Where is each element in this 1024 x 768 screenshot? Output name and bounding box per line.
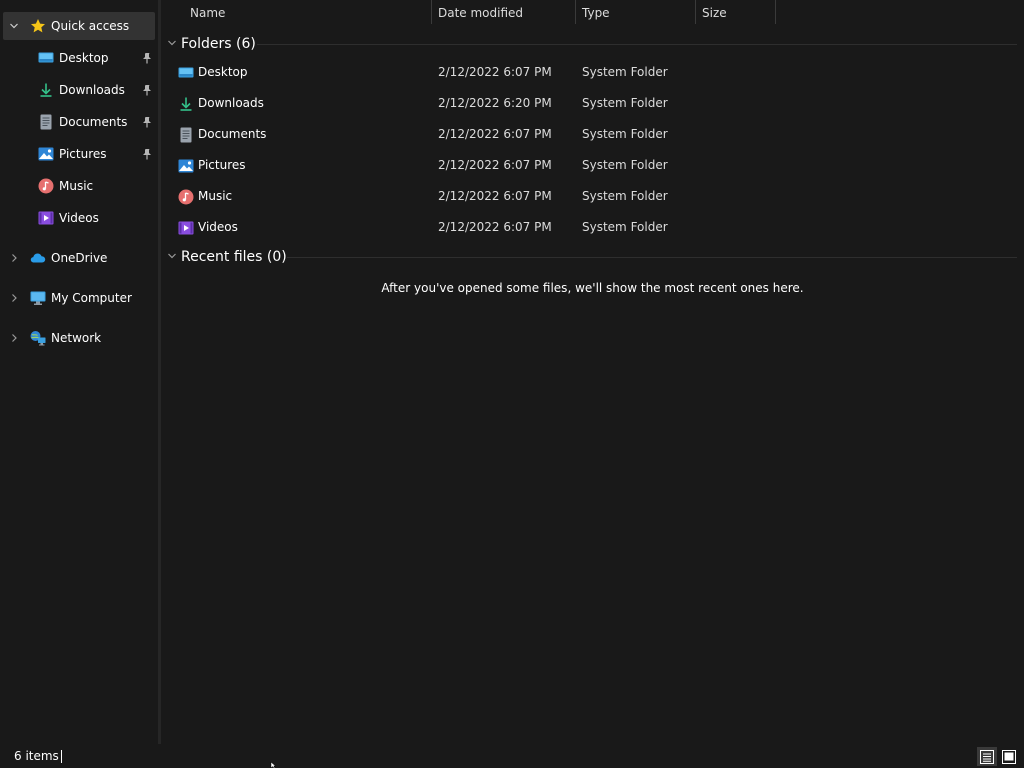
- item-count: 6 items: [14, 749, 59, 763]
- downloads-icon: [38, 82, 54, 98]
- computer-icon: [30, 290, 46, 306]
- nav-item-label: Quick access: [51, 19, 130, 33]
- recent-files-empty-message: After you've opened some files, we'll sh…: [381, 281, 804, 295]
- nav-item-label: My Computer: [51, 291, 132, 305]
- file-type: System Folder: [582, 189, 668, 203]
- nav-item-pictures[interactable]: Pictures: [0, 140, 156, 168]
- desktop-icon: [38, 50, 54, 66]
- pin-icon[interactable]: [141, 116, 153, 128]
- documents-icon: [178, 127, 194, 143]
- group-divider: [287, 256, 1017, 258]
- videos-icon: [38, 210, 54, 226]
- file-date: 2/12/2022 6:07 PM: [438, 189, 552, 203]
- file-date: 2/12/2022 6:07 PM: [438, 158, 552, 172]
- nav-item-onedrive[interactable]: OneDrive: [0, 244, 156, 272]
- chevron-right-icon[interactable]: [9, 293, 19, 303]
- pictures-icon: [178, 158, 194, 174]
- chevron-right-icon[interactable]: [9, 253, 19, 263]
- table-row[interactable]: Music 2/12/2022 6:07 PM System Folder: [161, 181, 1024, 212]
- nav-item-quick-access[interactable]: Quick access: [3, 12, 155, 40]
- column-header-size[interactable]: Size: [702, 0, 727, 26]
- mouse-cursor-icon: [270, 762, 277, 768]
- file-list-pane: Name Date modified Type Size Folders (6)…: [161, 0, 1024, 744]
- chevron-down-icon[interactable]: [167, 250, 177, 264]
- large-icons-view-icon: [1002, 749, 1016, 764]
- details-view-icon: [980, 749, 994, 764]
- file-type: System Folder: [582, 96, 668, 110]
- music-icon: [38, 178, 54, 194]
- group-title: Recent files (0): [181, 249, 287, 265]
- file-name: Desktop: [198, 65, 248, 79]
- documents-icon: [38, 114, 54, 130]
- nav-item-music[interactable]: Music: [0, 172, 156, 200]
- network-icon: [30, 330, 46, 346]
- large-icons-view-button[interactable]: [999, 747, 1019, 766]
- group-header-recent-files[interactable]: Recent files (0): [161, 244, 1024, 270]
- table-row[interactable]: Downloads 2/12/2022 6:20 PM System Folde…: [161, 88, 1024, 119]
- file-type: System Folder: [582, 158, 668, 172]
- column-header-type[interactable]: Type: [582, 0, 610, 26]
- nav-item-label: Downloads: [59, 83, 125, 97]
- pin-icon[interactable]: [141, 84, 153, 96]
- navigation-pane: Quick access Desktop Downloads Documents: [0, 0, 158, 744]
- pin-icon[interactable]: [141, 148, 153, 160]
- column-header-name[interactable]: Name: [190, 0, 225, 26]
- nav-item-label: Network: [51, 331, 102, 345]
- status-bar: 6 items: [0, 744, 1024, 768]
- file-name: Documents: [198, 127, 267, 141]
- videos-icon: [178, 220, 194, 236]
- downloads-icon: [178, 96, 194, 112]
- nav-item-label: OneDrive: [51, 251, 108, 265]
- chevron-down-icon[interactable]: [167, 37, 177, 51]
- column-header-bar: Name Date modified Type Size: [161, 0, 1024, 26]
- chevron-right-icon[interactable]: [9, 333, 19, 343]
- pictures-icon: [38, 146, 54, 162]
- cloud-icon: [30, 250, 46, 266]
- status-divider: [61, 750, 62, 763]
- nav-item-label: Pictures: [59, 147, 107, 161]
- file-date: 2/12/2022 6:07 PM: [438, 220, 552, 234]
- nav-item-downloads[interactable]: Downloads: [0, 76, 156, 104]
- file-name: Pictures: [198, 158, 246, 172]
- table-row[interactable]: Desktop 2/12/2022 6:07 PM System Folder: [161, 57, 1024, 88]
- nav-item-label: Music: [59, 179, 94, 193]
- column-divider[interactable]: [431, 0, 432, 24]
- column-header-date-modified[interactable]: Date modified: [438, 0, 523, 26]
- file-type: System Folder: [582, 127, 668, 141]
- group-header-folders[interactable]: Folders (6): [161, 31, 1024, 57]
- nav-item-network[interactable]: Network: [0, 324, 156, 352]
- file-name: Downloads: [198, 96, 264, 110]
- chevron-down-icon[interactable]: [9, 21, 19, 31]
- nav-item-label: Desktop: [59, 51, 109, 65]
- nav-item-label: Documents: [59, 115, 128, 129]
- star-icon: [30, 18, 46, 34]
- file-name: Music: [198, 189, 233, 203]
- column-divider[interactable]: [575, 0, 576, 24]
- pin-icon[interactable]: [141, 52, 153, 64]
- column-divider[interactable]: [695, 0, 696, 24]
- column-divider[interactable]: [775, 0, 776, 24]
- nav-item-documents[interactable]: Documents: [0, 108, 156, 136]
- details-view-button[interactable]: [977, 747, 997, 766]
- table-row[interactable]: Documents 2/12/2022 6:07 PM System Folde…: [161, 119, 1024, 150]
- file-type: System Folder: [582, 65, 668, 79]
- file-type: System Folder: [582, 220, 668, 234]
- nav-item-videos[interactable]: Videos: [0, 204, 156, 232]
- file-date: 2/12/2022 6:20 PM: [438, 96, 552, 110]
- desktop-icon: [178, 65, 194, 81]
- table-row[interactable]: Pictures 2/12/2022 6:07 PM System Folder: [161, 150, 1024, 181]
- file-name: Videos: [198, 220, 238, 234]
- music-icon: [178, 189, 194, 205]
- table-row[interactable]: Videos 2/12/2022 6:07 PM System Folder: [161, 212, 1024, 243]
- nav-item-label: Videos: [59, 211, 99, 225]
- group-title: Folders (6): [181, 36, 256, 52]
- group-divider: [257, 43, 1017, 45]
- nav-item-desktop[interactable]: Desktop: [0, 44, 156, 72]
- file-date: 2/12/2022 6:07 PM: [438, 65, 552, 79]
- file-date: 2/12/2022 6:07 PM: [438, 127, 552, 141]
- nav-item-my-computer[interactable]: My Computer: [0, 284, 156, 312]
